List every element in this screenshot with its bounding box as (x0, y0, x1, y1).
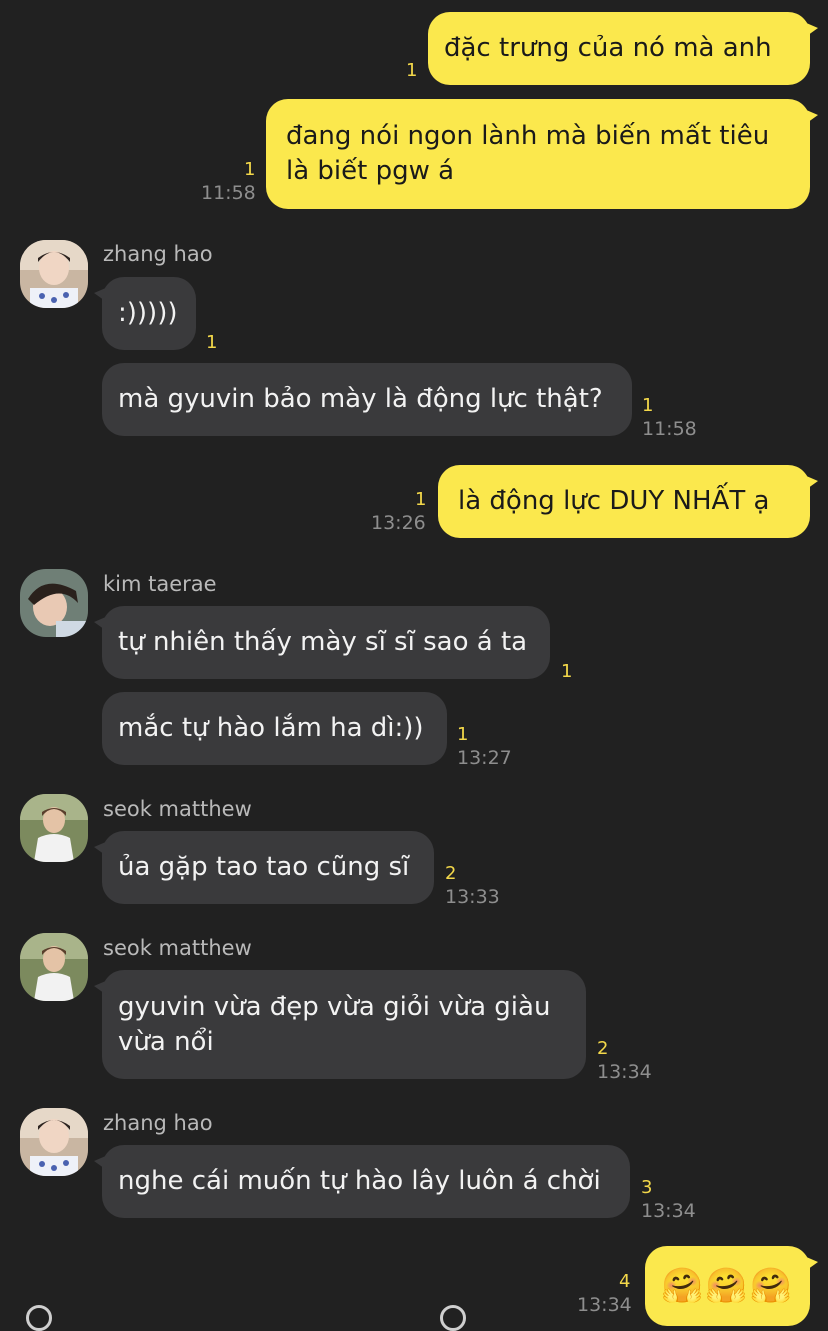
sender-name: zhang hao (103, 1111, 213, 1135)
avatar-zhang-hao-icon[interactable] (20, 240, 88, 308)
partial-icon (440, 1305, 466, 1331)
unread-count: 1 (561, 661, 573, 682)
message-timestamp: 11:58 (642, 418, 697, 440)
message-timestamp: 11:58 (201, 182, 256, 204)
message-bubble-incoming[interactable]: ủa gặp tao tao cũng sĩ (94, 831, 434, 904)
message-bubble-incoming[interactable]: mà gyuvin bảo mày là động lực thật? (102, 363, 632, 436)
message-bubble-outgoing[interactable]: là động lực DUY NHẤT ạ (438, 465, 818, 538)
avatar-seok-matthew-icon[interactable] (20, 933, 88, 1001)
unread-count: 1 (642, 395, 654, 416)
message-timestamp: 13:34 (641, 1200, 696, 1222)
message-bubble-incoming[interactable]: :))))) (94, 277, 196, 350)
avatar-kim-taerae-icon[interactable] (20, 569, 88, 637)
sender-name: kim taerae (103, 572, 217, 596)
message-bubble-incoming[interactable]: mắc tự hào lắm ha dì:)) (102, 692, 447, 765)
message-bubble-outgoing[interactable]: 🤗🤗🤗 (645, 1246, 818, 1326)
unread-count: 2 (597, 1038, 609, 1059)
message-timestamp: 13:33 (445, 886, 500, 908)
unread-count: 1 (406, 60, 418, 81)
unread-count: 4 (619, 1271, 631, 1292)
message-timestamp: 13:34 (597, 1061, 652, 1083)
message-bubble-outgoing[interactable]: đang nói ngon lành mà biến mất tiêu là b… (266, 99, 818, 209)
unread-count: 2 (445, 863, 457, 884)
unread-count: 1 (206, 332, 218, 353)
message-bubble-incoming[interactable]: gyuvin vừa đẹp vừa giỏi vừa giàu vừa nổi (94, 970, 586, 1079)
message-bubble-incoming[interactable]: tự nhiên thấy mày sĩ sĩ sao á ta (94, 606, 550, 679)
unread-count: 1 (244, 159, 256, 180)
message-timestamp: 13:26 (371, 512, 426, 534)
unread-count: 1 (415, 489, 427, 510)
unread-count: 3 (641, 1177, 653, 1198)
avatar-seok-matthew-icon[interactable] (20, 794, 88, 862)
sender-name: seok matthew (103, 797, 252, 821)
message-timestamp: 13:27 (457, 747, 512, 769)
unread-count: 1 (457, 724, 469, 745)
message-bubble-incoming[interactable]: nghe cái muốn tự hào lây luôn á chời (94, 1145, 630, 1218)
avatar-zhang-hao-icon[interactable] (20, 1108, 88, 1176)
sender-name: zhang hao (103, 242, 213, 266)
message-timestamp: 13:34 (577, 1294, 632, 1316)
partial-icon (26, 1305, 52, 1331)
sender-name: seok matthew (103, 936, 252, 960)
message-bubble-outgoing[interactable]: đặc trưng của nó mà anh (428, 12, 818, 85)
